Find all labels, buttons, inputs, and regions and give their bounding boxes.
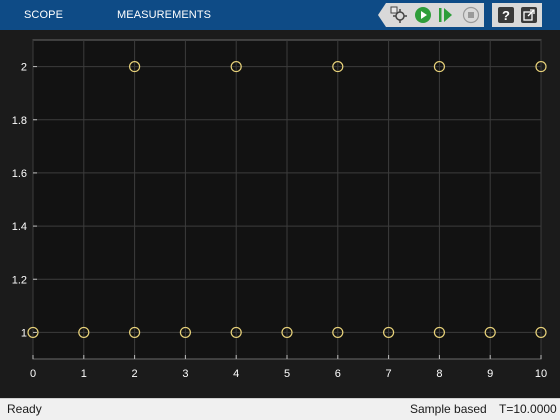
- run-icon[interactable]: [414, 6, 432, 24]
- x-tick-label: 0: [30, 368, 36, 380]
- undock-icon[interactable]: [520, 6, 538, 24]
- x-tick-label: 3: [182, 368, 188, 380]
- y-tick-label: 1.8: [12, 115, 27, 127]
- help-controls: ?: [492, 3, 542, 27]
- x-tick-label: 6: [335, 368, 341, 380]
- tab-measurements[interactable]: MEASUREMENTS: [117, 0, 211, 30]
- x-tick-label: 8: [436, 368, 442, 380]
- status-bar: Ready Sample based T=10.0000: [0, 398, 560, 420]
- y-tick-label: 1.6: [12, 168, 27, 180]
- simulation-controls: [378, 3, 484, 27]
- y-tick-label: 2: [21, 62, 27, 74]
- scope-chart: 0 1 2 3 4 5 6 7 8 9 10 1 1.2 1.4 1.6 1.8 2: [12, 39, 547, 380]
- help-icon[interactable]: ?: [497, 6, 515, 24]
- y-tick-label: 1: [21, 327, 27, 339]
- status-mode: Sample based: [410, 402, 487, 416]
- stop-icon[interactable]: [462, 6, 480, 24]
- y-tick-label: 1.4: [12, 221, 27, 233]
- x-tick-label: 1: [81, 368, 87, 380]
- x-tick-label: 9: [487, 368, 493, 380]
- signal-select-icon[interactable]: [390, 6, 408, 24]
- status-time: T=10.0000: [499, 402, 557, 416]
- x-tick-label: 10: [535, 368, 547, 380]
- status-text: Ready: [7, 402, 42, 416]
- tab-scope[interactable]: SCOPE: [24, 0, 63, 30]
- x-tick-label: 7: [386, 368, 392, 380]
- step-forward-icon[interactable]: [436, 6, 454, 24]
- scope-toolbar: SCOPE MEASUREMENTS ?: [0, 0, 560, 30]
- x-tick-label: 5: [284, 368, 290, 380]
- svg-text:?: ?: [502, 8, 510, 23]
- x-tick-label: 4: [233, 368, 239, 380]
- y-tick-label: 1.2: [12, 274, 27, 286]
- x-tick-label: 2: [132, 368, 138, 380]
